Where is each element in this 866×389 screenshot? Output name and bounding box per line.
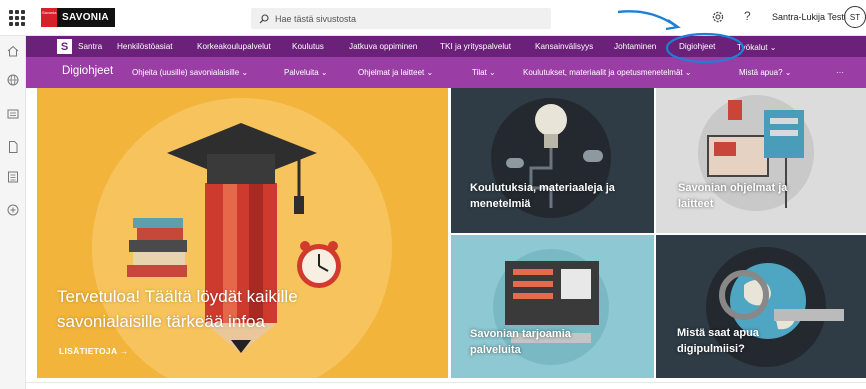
hub-item-tki-ja-yrityspalvelut[interactable]: TKI ja yrityspalvelut [440, 42, 511, 51]
hero-main-tile[interactable]: Tervetuloa! Täältä löydät kaikille savon… [37, 88, 448, 378]
hub-item-korkeakoulupalvelut[interactable]: Korkeakoulupalvelut [197, 42, 271, 51]
graduation-illustration [92, 98, 392, 378]
home-icon[interactable] [6, 44, 20, 58]
hub-logo[interactable]: S [57, 39, 72, 54]
hero-tile-mista-apua[interactable]: Mistä saat apua digipulmiisi? [656, 235, 866, 378]
search-placeholder: Hae tästä sivustosta [275, 13, 357, 24]
site-item-koulutukset[interactable]: Koulutukset, materiaalit ja opetusmenete… [523, 68, 692, 77]
hub-item-kansainvalisyys[interactable]: Kansainvälisyys [535, 42, 593, 51]
site-more-icon[interactable]: ··· [836, 68, 844, 77]
tile-label-mista-apua: Mistä saat apua digipulmiisi? [677, 327, 759, 355]
hub-item-santra[interactable]: Santra [78, 42, 102, 51]
add-icon[interactable] [6, 203, 20, 217]
hub-item-henkilostoasiat[interactable]: Henkilöstöasiat [117, 42, 173, 51]
news-icon[interactable] [6, 107, 20, 121]
hero-main-title: Tervetuloa! Täältä löydät kaikille savon… [57, 287, 298, 331]
site-item-mista-apua[interactable]: Mistä apua? ⌄ [739, 68, 792, 77]
hub-item-koulutus[interactable]: Koulutus [292, 42, 324, 51]
hero-tile-palveluita[interactable]: Savonian tarjoamia palveluita [451, 235, 654, 378]
site-item-ohjeita[interactable]: Ohjeita (uusille) savonialaisille ⌄ [132, 68, 248, 77]
tile-label-koulutuksia: Koulutuksia, materiaaleja ja menetelmiä [470, 182, 615, 210]
app-launcher-icon[interactable] [9, 10, 25, 26]
help-icon[interactable]: ? [744, 9, 751, 23]
left-app-rail [0, 36, 26, 389]
hero-tile-koulutuksia[interactable]: Koulutuksia, materiaaleja ja menetelmiä [451, 88, 654, 233]
tile-label-palveluita: Savonian tarjoamia palveluita [470, 328, 571, 356]
site-navigation-bar: Digiohjeet Ohjeita (uusille) savonialais… [26, 57, 866, 88]
user-name[interactable]: Santra-Lukija Testi [772, 12, 846, 22]
hero-more-link[interactable]: LISÄTIETOJA → [59, 346, 129, 356]
hub-item-tyokalut[interactable]: Työkalut ⌄ [737, 42, 777, 52]
site-item-tilat[interactable]: Tilat ⌄ [472, 68, 496, 77]
suite-bar: Savonia SAVONIA Hae tästä sivustosta ? S… [0, 0, 866, 36]
hub-item-jatkuva-oppiminen[interactable]: Jatkuva oppiminen [349, 42, 417, 51]
search-box[interactable]: Hae tästä sivustosta [251, 8, 551, 29]
logo-text: SAVONIA [62, 12, 109, 23]
page-divider [26, 382, 866, 383]
site-item-ohjelmat-ja-laitteet[interactable]: Ohjelmat ja laitteet ⌄ [358, 68, 433, 77]
hero-tile-ohjelmat[interactable]: Savonian ohjelmat ja laitteet [656, 88, 866, 233]
hub-item-johtaminen[interactable]: Johtaminen [614, 42, 656, 51]
list-icon[interactable] [6, 170, 20, 184]
hub-navigation-bar: S Santra Henkilöstöasiat Korkeakoulupalv… [26, 36, 866, 57]
user-avatar[interactable]: ST [844, 6, 866, 28]
document-icon[interactable] [6, 140, 20, 154]
site-title[interactable]: Digiohjeet [62, 65, 113, 77]
logo-mark: Savonia [41, 8, 57, 27]
settings-gear-icon[interactable] [711, 10, 725, 24]
savonia-logo[interactable]: Savonia SAVONIA [41, 8, 115, 27]
globe-icon[interactable] [6, 73, 20, 87]
site-item-palveluita[interactable]: Palveluita ⌄ [284, 68, 328, 77]
search-icon [259, 13, 269, 23]
tile-label-ohjelmat: Savonian ohjelmat ja laitteet [678, 182, 788, 210]
hub-item-digiohjeet[interactable]: Digiohjeet [679, 42, 715, 51]
